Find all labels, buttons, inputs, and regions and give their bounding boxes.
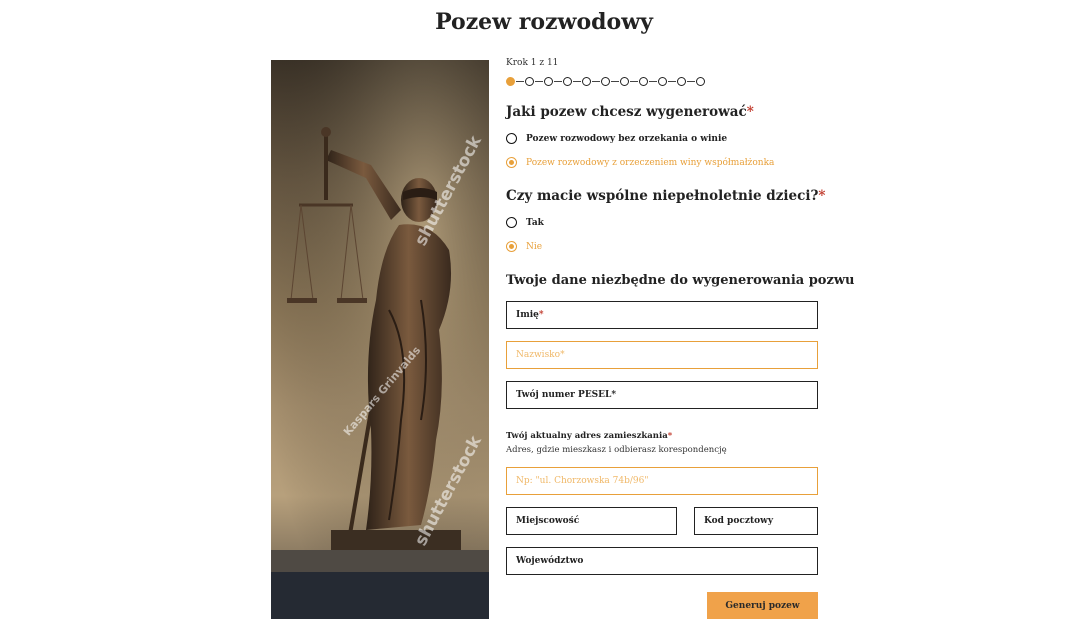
- city-field[interactable]: Miejscowość: [506, 507, 677, 535]
- radio-option-no-fault[interactable]: Pozew rozwodowy bez orzekania o winie: [506, 133, 727, 144]
- step-connector: [516, 80, 524, 82]
- required-mark: *: [560, 350, 565, 360]
- step-dot-10: [677, 76, 686, 86]
- step-dot-1: [506, 76, 515, 86]
- address-label: Twój aktualny adres zamieszkania*: [506, 431, 672, 441]
- radio-button[interactable]: [506, 217, 517, 228]
- required-mark: *: [667, 431, 673, 441]
- radio-label: Pozew rozwodowy z orzeczeniem winy współ…: [526, 157, 775, 168]
- step-connector: [573, 80, 581, 82]
- step-connector: [630, 80, 638, 82]
- radio-button[interactable]: [506, 133, 517, 144]
- step-dot-11: [696, 76, 705, 86]
- lady-justice-statue: [271, 60, 489, 619]
- step-connector: [535, 80, 543, 82]
- question-lawsuit-type: Jaki pozew chcesz wygenerować*: [506, 104, 754, 120]
- step-dot-3: [544, 76, 553, 86]
- field-label: Imię: [516, 310, 539, 320]
- radio-button-selected[interactable]: [506, 241, 517, 252]
- step-connector: [687, 80, 695, 82]
- radio-option-yes[interactable]: Tak: [506, 217, 544, 228]
- field-label: Województwo: [516, 556, 584, 566]
- page-title: Pozew rozwodowy: [435, 9, 653, 35]
- street-placeholder: Np: "ul. Chorzowska 74b/96": [516, 476, 649, 486]
- address-label-text: Twój aktualny adres zamieszkania: [506, 431, 668, 441]
- required-mark: *: [538, 310, 544, 320]
- step-connector: [554, 80, 562, 82]
- address-help-text: Adres, gdzie mieszkasz i odbierasz kores…: [506, 445, 727, 455]
- step-dot-7: [620, 76, 629, 86]
- step-connector: [649, 80, 657, 82]
- step-dot-8: [639, 76, 648, 86]
- radio-label: Tak: [526, 217, 544, 228]
- field-label: Twój numer PESEL*: [516, 390, 617, 400]
- radio-label: Nie: [526, 241, 543, 252]
- step-dot-6: [601, 76, 610, 86]
- radio-option-with-fault[interactable]: Pozew rozwodowy z orzeczeniem winy współ…: [506, 157, 774, 168]
- last-name-field[interactable]: Nazwisko *: [506, 341, 818, 369]
- first-name-field[interactable]: Imię *: [506, 301, 818, 329]
- street-input[interactable]: Np: "ul. Chorzowska 74b/96": [506, 467, 818, 495]
- step-connector: [668, 80, 676, 82]
- step-dot-2: [525, 76, 534, 86]
- required-mark: *: [746, 104, 754, 120]
- question-children-label: Czy macie wspólne niepełnoletnie dzieci?: [506, 188, 819, 204]
- step-dot-4: [563, 76, 572, 86]
- radio-label: Pozew rozwodowy bez orzekania o winie: [526, 133, 728, 144]
- hero-base: [271, 572, 489, 619]
- required-mark: *: [818, 188, 826, 204]
- section-heading-personal: Twoje dane niezbędne do wygenerowania po…: [506, 273, 855, 288]
- region-field[interactable]: Województwo: [506, 547, 818, 575]
- field-label: Nazwisko: [516, 350, 561, 360]
- generate-lawsuit-button[interactable]: Generuj pozew: [707, 592, 818, 619]
- step-progress: [506, 75, 705, 87]
- postal-code-field[interactable]: Kod pocztowy: [694, 507, 818, 535]
- step-dot-9: [658, 76, 667, 86]
- field-label: Miejscowość: [516, 516, 580, 526]
- step-connector: [592, 80, 600, 82]
- field-label: Kod pocztowy: [704, 516, 774, 526]
- question-lawsuit-type-label: Jaki pozew chcesz wygenerować: [506, 104, 747, 120]
- step-dot-5: [582, 76, 591, 86]
- step-connector: [611, 80, 619, 82]
- lady-justice-image: shutterstock shutterstock Kaspars Grinva…: [271, 60, 489, 619]
- pesel-field[interactable]: Twój numer PESEL*: [506, 381, 818, 409]
- question-children: Czy macie wspólne niepełnoletnie dzieci?…: [506, 188, 825, 204]
- radio-option-no[interactable]: Nie: [506, 241, 542, 252]
- step-counter: Krok 1 z 11: [506, 58, 559, 68]
- radio-button-selected[interactable]: [506, 157, 517, 168]
